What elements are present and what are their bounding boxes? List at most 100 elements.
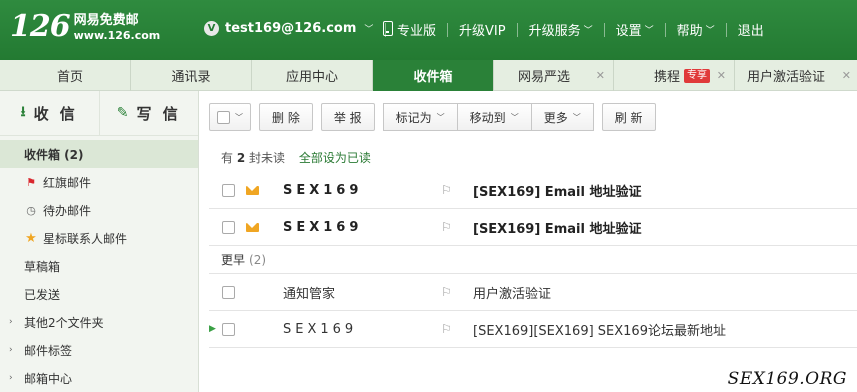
chevron-right-icon[interactable]: ›	[9, 345, 13, 355]
close-icon[interactable]: ✕	[596, 69, 605, 82]
sidebar: ⭳ 收 信 ✎ 写 信 收件箱 (2) ⚑ 红旗邮件 ◷ 待办邮件 ★ 星标联系人邮件…	[0, 91, 199, 392]
button-label: 举 报	[333, 110, 362, 125]
folder-label: 收件箱 (2)	[24, 147, 84, 162]
mail-sender: SEX169	[283, 182, 363, 198]
mail-list: SEX169 ⚐ [SEX169] Email 地址验证 SEX169 ⚐ [S…	[209, 172, 857, 348]
nav-pro-version[interactable]: 专业版	[397, 20, 436, 39]
mark-as-dropdown[interactable]: 标记为 ﹀	[382, 103, 458, 131]
mail-subject[interactable]: [SEX169] Email 地址验证	[473, 218, 641, 237]
folder-label: 红旗邮件	[43, 175, 92, 190]
nav-upgrade-vip[interactable]: 升级VIP	[459, 20, 506, 39]
top-header: 126 网易免费邮 www.126.com V test169@126.com …	[0, 0, 857, 60]
logo-number: 126	[10, 9, 71, 44]
star-icon: ★	[25, 230, 37, 246]
flag-icon[interactable]: ⚐	[441, 322, 452, 336]
folder-mail-tags[interactable]: › 邮件标签	[0, 336, 198, 364]
folder-todo[interactable]: ◷ 待办邮件	[0, 196, 198, 224]
tab-label: 用户激活验证	[747, 70, 826, 85]
mail-sender: SEX169	[283, 219, 363, 235]
chevron-down-icon: ﹀	[572, 112, 581, 122]
nav-settings[interactable]: 设置 ﹀	[616, 20, 654, 39]
refresh-button[interactable]: 刷 新	[601, 103, 656, 131]
vip-badge-icon: V	[204, 21, 219, 36]
chevron-down-icon: ﹀	[510, 112, 519, 122]
chevron-down-icon: ﹀	[436, 112, 445, 122]
move-to-dropdown[interactable]: 移动到 ﹀	[457, 103, 532, 131]
summary-suffix: 封未读	[249, 151, 286, 165]
tab-app-center[interactable]: 应用中心	[252, 60, 373, 91]
folder-flagged[interactable]: ⚑ 红旗邮件	[0, 168, 198, 196]
nav-label: 退出	[737, 24, 764, 39]
nav-label: 专业版	[397, 24, 437, 39]
mail-checkbox[interactable]	[222, 183, 235, 197]
logo[interactable]: 126 网易免费邮 www.126.com	[10, 9, 161, 44]
red-flag-icon: ⚑	[26, 175, 36, 189]
button-label: 删 除	[272, 110, 300, 125]
delete-button[interactable]: 删 除	[259, 103, 313, 131]
receive-mail-button[interactable]: ⭳ 收 信	[0, 91, 99, 135]
folder-drafts[interactable]: 草稿箱	[0, 252, 198, 280]
tab-label: 应用中心	[285, 70, 338, 85]
nav-separator	[516, 22, 518, 37]
mail-checkbox[interactable]	[222, 322, 235, 336]
flag-icon[interactable]: ⚐	[441, 285, 452, 299]
mail-checkbox[interactable]	[222, 285, 235, 299]
logo-text: 网易免费邮 www.126.com	[74, 13, 161, 42]
folder-label: 已发送	[24, 287, 61, 302]
flag-icon[interactable]: ⚐	[441, 183, 452, 197]
nav-label: 升级服务	[528, 24, 581, 39]
select-all-dropdown[interactable]: ﹀	[209, 103, 251, 131]
mail-subject[interactable]: [SEX169] Email 地址验证	[473, 181, 641, 200]
folder-starred-contacts[interactable]: ★ 星标联系人邮件	[0, 224, 198, 252]
group-header-earlier[interactable]: 更早 (2)	[209, 246, 857, 274]
folder-inbox[interactable]: 收件箱 (2)	[0, 140, 198, 168]
select-all-checkbox[interactable]	[217, 110, 230, 124]
report-button[interactable]: 举 报	[320, 103, 375, 131]
button-label: 标记为	[395, 110, 432, 125]
tab-label: 携程	[654, 70, 681, 85]
mail-row[interactable]: ▶ SEX169 ⚐ [SEX169][SEX169] SEX169论坛最新地址	[209, 311, 857, 348]
close-icon[interactable]: ✕	[842, 69, 851, 82]
folder-other-folders[interactable]: › 其他2个文件夹	[0, 308, 198, 336]
nav-label: 帮助	[676, 24, 703, 39]
mail-row[interactable]: SEX169 ⚐ [SEX169] Email 地址验证	[209, 209, 857, 246]
compose-row: ⭳ 收 信 ✎ 写 信	[0, 91, 198, 136]
compose-button[interactable]: ✎ 写 信	[98, 91, 199, 135]
tab-home[interactable]: 首页	[10, 60, 131, 91]
top-nav: 专业版 升级VIP 升级服务 ﹀ 设置 ﹀ 帮助 ﹀ 退出	[374, 20, 764, 39]
tab-inbox[interactable]: 收件箱	[373, 60, 494, 91]
mail-row[interactable]: 通知管家 ⚐ 用户激活验证	[209, 274, 857, 311]
tab-ctrip[interactable]: 携程 专享 ✕	[614, 60, 735, 91]
download-icon: ⭳	[20, 104, 26, 120]
chevron-down-icon: ﹀	[583, 26, 593, 36]
close-icon[interactable]: ✕	[717, 69, 726, 82]
tab-label: 网易严选	[518, 70, 571, 85]
group-count: (2)	[249, 252, 267, 267]
mail-row[interactable]: SEX169 ⚐ [SEX169] Email 地址验证	[209, 172, 857, 209]
flag-icon[interactable]: ⚐	[441, 220, 452, 234]
nav-upgrade-service[interactable]: 升级服务 ﹀	[529, 20, 593, 39]
folder-sent[interactable]: 已发送	[0, 280, 198, 308]
chevron-right-icon[interactable]: ›	[9, 373, 13, 383]
unread-count: 2	[236, 151, 246, 165]
tab-contacts[interactable]: 通讯录	[131, 60, 252, 91]
mail-subject[interactable]: 用户激活验证	[473, 283, 551, 302]
nav-help[interactable]: 帮助 ﹀	[677, 20, 715, 39]
folder-mail-center[interactable]: › 邮箱中心	[0, 364, 198, 392]
nav-logout[interactable]: 退出	[738, 20, 764, 39]
tab-user-activation[interactable]: 用户激活验证 ✕	[735, 60, 857, 91]
exclusive-badge: 专享	[684, 68, 711, 83]
summary-prefix: 有	[221, 151, 234, 165]
account-menu[interactable]: V test169@126.com ﹀	[204, 21, 394, 36]
chevron-right-icon[interactable]: ›	[9, 317, 13, 327]
account-email[interactable]: test169@126.com	[225, 21, 356, 36]
mail-checkbox[interactable]	[222, 220, 235, 234]
unread-summary: 有 2 封未读 全部设为已读	[221, 149, 371, 166]
mail-subject[interactable]: [SEX169][SEX169] SEX169论坛最新地址	[473, 320, 726, 339]
tab-label: 首页	[56, 70, 83, 85]
tab-yanxuan[interactable]: 网易严选 ✕	[494, 60, 614, 91]
more-dropdown[interactable]: 更多 ﹀	[531, 103, 594, 131]
chevron-down-icon[interactable]: ﹀	[364, 22, 373, 35]
tab-bar: 首页 通讯录 应用中心 收件箱 网易严选 ✕ 携程 专享 ✕ 用户激活验证 ✕	[0, 60, 857, 91]
mark-all-read-link[interactable]: 全部设为已读	[299, 151, 371, 165]
